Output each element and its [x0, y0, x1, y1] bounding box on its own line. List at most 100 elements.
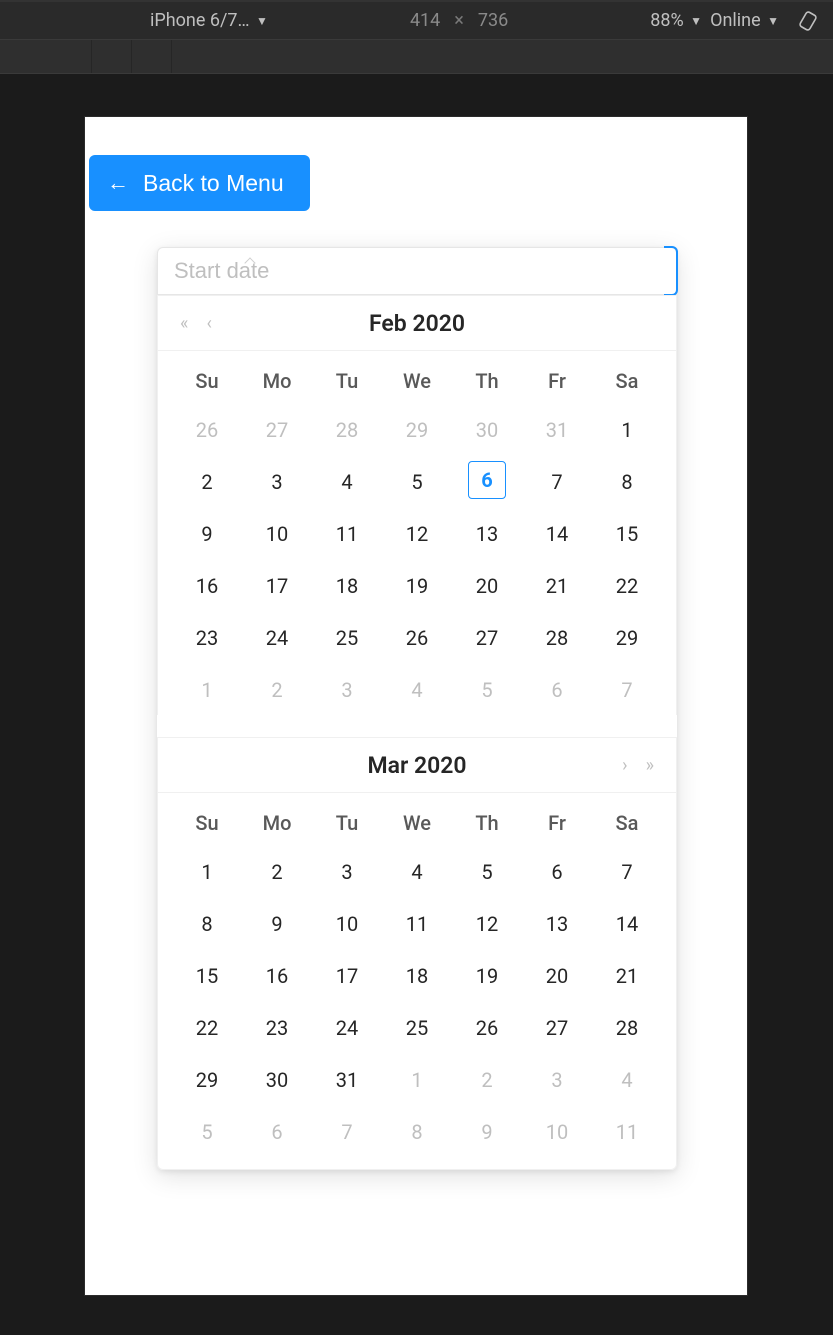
calendar-day-other-month[interactable]: 11 — [592, 1111, 662, 1153]
calendar-day-other-month[interactable]: 9 — [452, 1111, 522, 1153]
throttle-select[interactable]: Online ▼ — [710, 10, 779, 31]
calendar-day-other-month[interactable]: 5 — [452, 669, 522, 711]
calendar-day[interactable]: 26 — [452, 1007, 522, 1049]
calendar-day[interactable]: 1 — [172, 851, 242, 893]
calendar-day-other-month[interactable]: 28 — [312, 409, 382, 451]
calendar-day-other-month[interactable]: 5 — [172, 1111, 242, 1153]
back-to-menu-button[interactable]: ← Back to Menu — [89, 155, 310, 211]
calendar-day[interactable]: 21 — [522, 565, 592, 607]
start-date-input-wrap[interactable] — [157, 247, 677, 295]
calendar-day[interactable]: 19 — [452, 955, 522, 997]
calendar-day-other-month[interactable]: 27 — [242, 409, 312, 451]
calendar-day-other-month[interactable]: 8 — [382, 1111, 452, 1153]
calendar-day[interactable]: 9 — [172, 513, 242, 555]
calendar-day[interactable]: 12 — [452, 903, 522, 945]
calendar-title[interactable]: Feb 2020 — [369, 310, 465, 337]
zoom-select[interactable]: 88% ▼ — [650, 10, 702, 31]
calendar-day-other-month[interactable]: 2 — [452, 1059, 522, 1101]
calendar-day[interactable]: 16 — [172, 565, 242, 607]
calendar-day[interactable]: 17 — [312, 955, 382, 997]
day-of-week-header: Fr — [522, 369, 592, 399]
calendar-day[interactable]: 26 — [382, 617, 452, 659]
next-month-button[interactable]: › — [618, 751, 631, 780]
calendar-day[interactable]: 18 — [312, 565, 382, 607]
calendar-day[interactable]: 4 — [382, 851, 452, 893]
calendar-day[interactable]: 16 — [242, 955, 312, 997]
calendar-day[interactable]: 3 — [242, 461, 312, 503]
calendar-day-other-month[interactable]: 4 — [382, 669, 452, 711]
device-select[interactable]: iPhone 6/7… ▼ — [150, 10, 268, 31]
calendar-day[interactable]: 14 — [592, 903, 662, 945]
calendar-day[interactable]: 15 — [172, 955, 242, 997]
calendar-day[interactable]: 17 — [242, 565, 312, 607]
calendar-day[interactable]: 10 — [312, 903, 382, 945]
calendar-day[interactable]: 7 — [592, 851, 662, 893]
calendar-day[interactable]: 27 — [522, 1007, 592, 1049]
calendar-day-other-month[interactable]: 1 — [382, 1059, 452, 1101]
calendar-day[interactable]: 28 — [522, 617, 592, 659]
calendar-day[interactable]: 5 — [382, 461, 452, 503]
calendar-day[interactable]: 11 — [312, 513, 382, 555]
calendar-day[interactable]: 11 — [382, 903, 452, 945]
calendar-day[interactable]: 28 — [592, 1007, 662, 1049]
calendar-day[interactable]: 9 — [242, 903, 312, 945]
calendar-day[interactable]: 5 — [452, 851, 522, 893]
calendar-day-other-month[interactable]: 1 — [172, 669, 242, 711]
calendar-day[interactable]: 1 — [592, 409, 662, 451]
calendar-day-other-month[interactable]: 3 — [312, 669, 382, 711]
calendar-day-other-month[interactable]: 31 — [522, 409, 592, 451]
calendar-day[interactable]: 20 — [452, 565, 522, 607]
calendar-day[interactable]: 21 — [592, 955, 662, 997]
calendar-day[interactable]: 27 — [452, 617, 522, 659]
rotate-icon[interactable] — [797, 10, 819, 32]
calendar-day[interactable]: 7 — [522, 461, 592, 503]
viewport-height[interactable]: 736 — [478, 10, 508, 31]
calendar-day[interactable]: 4 — [312, 461, 382, 503]
calendar-day[interactable]: 24 — [242, 617, 312, 659]
calendar-day[interactable]: 15 — [592, 513, 662, 555]
calendar-title[interactable]: Mar 2020 — [367, 752, 466, 779]
viewport-width[interactable]: 414 — [410, 10, 440, 31]
calendar-day[interactable]: 2 — [172, 461, 242, 503]
calendar-day-other-month[interactable]: 6 — [522, 669, 592, 711]
calendar-day[interactable]: 12 — [382, 513, 452, 555]
calendar-day[interactable]: 23 — [172, 617, 242, 659]
calendar-day[interactable]: 20 — [522, 955, 592, 997]
calendar-day[interactable]: 23 — [242, 1007, 312, 1049]
calendar-day[interactable]: 3 — [312, 851, 382, 893]
calendar-day[interactable]: 29 — [172, 1059, 242, 1101]
calendar-day[interactable]: 14 — [522, 513, 592, 555]
calendar-day-other-month[interactable]: 3 — [522, 1059, 592, 1101]
calendar-day-other-month[interactable]: 26 — [172, 409, 242, 451]
calendar-day-other-month[interactable]: 7 — [592, 669, 662, 711]
calendar-day[interactable]: 22 — [172, 1007, 242, 1049]
calendar-day-other-month[interactable]: 2 — [242, 669, 312, 711]
calendar-day[interactable]: 25 — [382, 1007, 452, 1049]
calendar-day-other-month[interactable]: 30 — [452, 409, 522, 451]
calendar-day[interactable]: 25 — [312, 617, 382, 659]
calendar-day[interactable]: 31 — [312, 1059, 382, 1101]
day-of-week-header: Mo — [242, 811, 312, 841]
calendar-day-other-month[interactable]: 6 — [242, 1111, 312, 1153]
calendar-day[interactable]: 30 — [242, 1059, 312, 1101]
calendar-day-today[interactable]: 6 — [468, 461, 506, 499]
calendar-day[interactable]: 13 — [452, 513, 522, 555]
calendar-day[interactable]: 29 — [592, 617, 662, 659]
calendar-day[interactable]: 2 — [242, 851, 312, 893]
calendar-day-other-month[interactable]: 4 — [592, 1059, 662, 1101]
calendar-day[interactable]: 6 — [522, 851, 592, 893]
calendar-day[interactable]: 8 — [592, 461, 662, 503]
calendar-day[interactable]: 24 — [312, 1007, 382, 1049]
calendar-day[interactable]: 8 — [172, 903, 242, 945]
calendar-day[interactable]: 19 — [382, 565, 452, 607]
prev-year-button[interactable]: « — [176, 309, 192, 338]
calendar-day-other-month[interactable]: 7 — [312, 1111, 382, 1153]
calendar-day[interactable]: 18 — [382, 955, 452, 997]
prev-month-button[interactable]: ‹ — [202, 309, 215, 338]
calendar-day[interactable]: 13 — [522, 903, 592, 945]
calendar-day-other-month[interactable]: 10 — [522, 1111, 592, 1153]
calendar-day-other-month[interactable]: 29 — [382, 409, 452, 451]
calendar-day[interactable]: 10 — [242, 513, 312, 555]
next-year-button[interactable]: » — [642, 751, 658, 780]
calendar-day[interactable]: 22 — [592, 565, 662, 607]
